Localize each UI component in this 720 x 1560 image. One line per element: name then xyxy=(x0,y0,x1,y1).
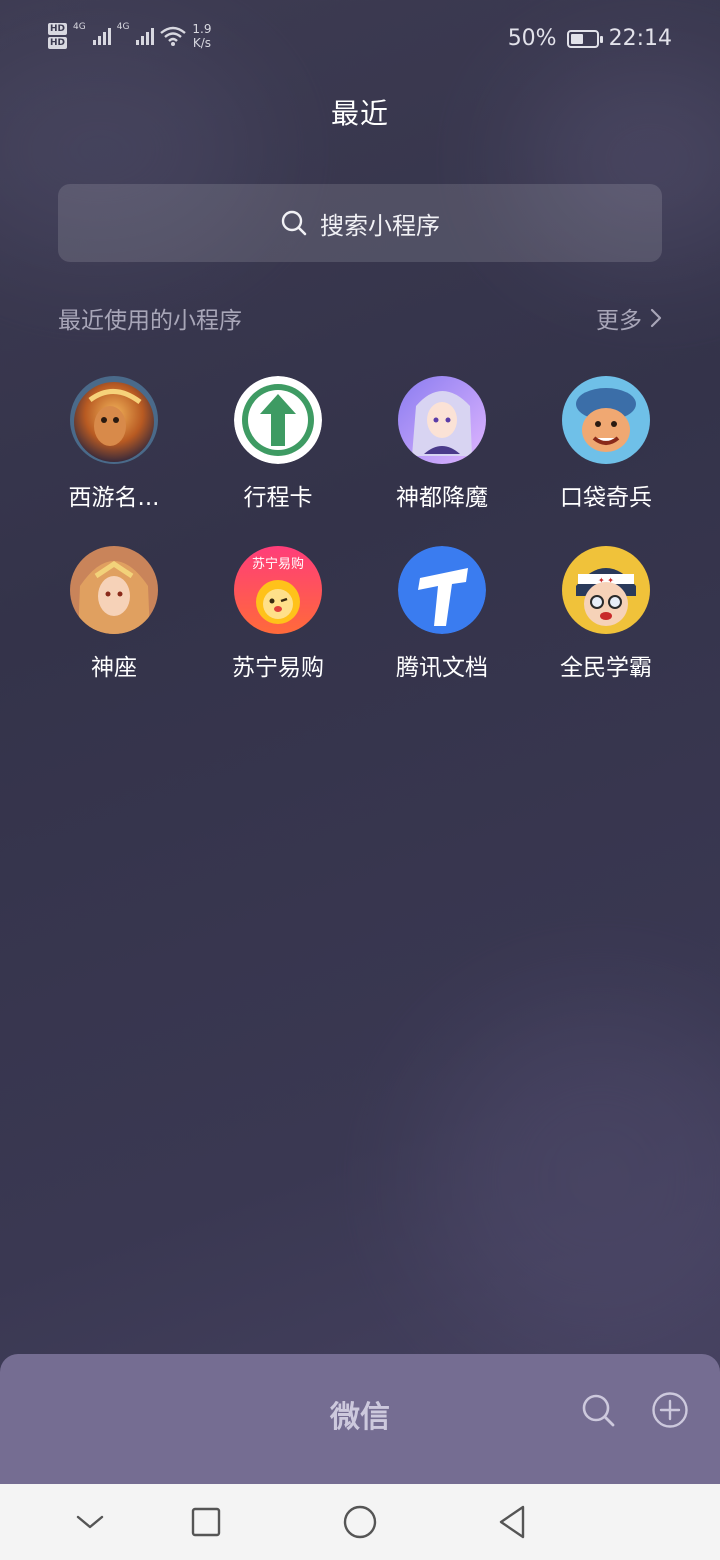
app-label: 腾讯文档 xyxy=(396,655,488,681)
nav-home-button[interactable] xyxy=(338,1502,382,1542)
app-item-xueba[interactable]: ✦ ✦ 全民学霸 xyxy=(524,546,688,682)
search-icon xyxy=(281,210,307,236)
suning-lion-icon: 苏宁易购 xyxy=(234,546,322,634)
app-item-xingchengka[interactable]: 行程卡 xyxy=(196,376,360,512)
status-icons-right: 50% 22:14 xyxy=(508,26,672,51)
wechat-add-button[interactable] xyxy=(650,1390,690,1430)
tencent-docs-icon xyxy=(398,546,486,634)
status-icons-left: HD HD 4G 4G 1.9 K/s xyxy=(48,22,212,50)
recent-apps-grid: 西游名... 行程卡 神都降魔 口袋奇兵 神座 苏宁易购 苏宁易购 腾讯文档 ✦… xyxy=(32,376,688,682)
search-placeholder: 搜索小程序 xyxy=(320,211,440,240)
chevron-right-icon xyxy=(650,308,662,328)
chevron-down-icon xyxy=(76,1515,104,1529)
app-label: 西游名... xyxy=(68,485,160,511)
triangle-back-icon xyxy=(499,1505,525,1539)
nav-recents-button[interactable] xyxy=(184,1502,228,1542)
app-item-shendu[interactable]: 神都降魔 xyxy=(360,376,524,512)
search-icon xyxy=(582,1394,615,1427)
speed-value: 1.9 xyxy=(192,22,212,36)
hd-indicator: HD HD xyxy=(48,23,68,49)
battery-icon xyxy=(566,29,603,48)
app-item-suning[interactable]: 苏宁易购 苏宁易购 xyxy=(196,546,360,682)
suning-badge-text: 苏宁易购 xyxy=(252,556,304,572)
square-icon xyxy=(191,1507,221,1537)
wechat-search-button[interactable] xyxy=(578,1390,618,1430)
app-item-xiyou[interactable]: 西游名... xyxy=(32,376,196,512)
nav-collapse-button[interactable] xyxy=(68,1502,112,1542)
wechat-bottom-bar[interactable]: 微信 xyxy=(0,1354,720,1484)
app-item-shenzuo[interactable]: 神座 xyxy=(32,546,196,682)
section-title: 最近使用的小程序 xyxy=(58,308,242,334)
app-label: 全民学霸 xyxy=(560,655,652,681)
warrior-avatar-icon xyxy=(70,546,158,634)
app-label: 苏宁易购 xyxy=(232,655,324,681)
wifi-icon xyxy=(160,26,187,46)
network-speed: 1.9 K/s xyxy=(192,22,211,50)
circle-icon xyxy=(343,1505,377,1539)
green-up-arrow-icon xyxy=(234,376,322,464)
battery-level xyxy=(570,33,583,44)
clock: 22:14 xyxy=(608,26,672,51)
network-type-1: 4G xyxy=(73,22,86,32)
system-nav-bar xyxy=(0,1484,720,1560)
anime-girl-avatar-icon xyxy=(398,376,486,464)
app-label: 口袋奇兵 xyxy=(560,485,652,511)
search-input[interactable]: 搜索小程序 xyxy=(58,184,662,262)
battery-percent: 50% xyxy=(507,26,557,51)
student-avatar-icon: ✦ ✦ xyxy=(562,546,650,634)
soldier-avatar-icon xyxy=(562,376,650,464)
app-item-tencent-docs[interactable]: 腾讯文档 xyxy=(360,546,524,682)
hd-badge-2: HD xyxy=(48,37,68,49)
page-title: 最近 xyxy=(330,97,389,130)
network-type-2: 4G xyxy=(116,22,130,32)
signal-strength-icon xyxy=(92,27,111,45)
hd-badge-1: HD xyxy=(48,23,68,35)
signal-strength-icon-2 xyxy=(136,27,155,45)
more-button[interactable]: 更多 xyxy=(596,301,662,335)
app-label: 神都降魔 xyxy=(396,485,488,511)
monkey-king-avatar-icon xyxy=(70,376,158,464)
app-item-koudai[interactable]: 口袋奇兵 xyxy=(524,376,688,512)
nav-back-button[interactable] xyxy=(490,1502,534,1542)
speed-unit: K/s xyxy=(192,36,212,50)
plus-circle-icon xyxy=(652,1392,688,1428)
status-bar: HD HD 4G 4G 1.9 K/s 50% 22:14 xyxy=(0,0,720,84)
app-label: 神座 xyxy=(91,655,137,681)
more-label: 更多 xyxy=(596,308,642,334)
app-label: 行程卡 xyxy=(243,485,313,511)
section-header: 最近使用的小程序 更多 xyxy=(58,300,662,336)
